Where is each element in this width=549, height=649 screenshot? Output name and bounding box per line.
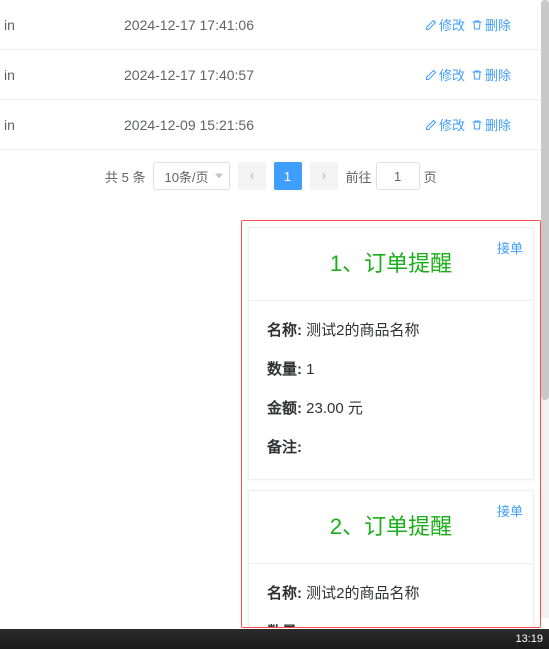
cell-left: in: [4, 117, 124, 133]
prev-page-button[interactable]: [238, 162, 266, 190]
trash-icon: [471, 19, 483, 31]
order-body: 名称: 测试2的商品名称 数量: 1 金额: 23.00 元 备注:: [249, 301, 533, 479]
edit-label: 修改: [439, 115, 465, 134]
delete-label: 删除: [485, 15, 511, 34]
page-size-select[interactable]: 10条/页: [153, 162, 229, 190]
delete-button[interactable]: 删除: [471, 15, 511, 34]
chevron-right-icon: [319, 171, 329, 181]
data-table: in 2024-12-17 17:41:06 修改 删除 in 2024-12-…: [0, 0, 549, 150]
status-time: 13:19: [515, 633, 543, 645]
order-field-qty: 数量: 1: [267, 358, 515, 379]
table-row: in 2024-12-09 15:21:56 修改 删除: [0, 100, 549, 150]
edit-button[interactable]: 修改: [425, 15, 465, 34]
field-value-name: 测试2的商品名称: [306, 322, 419, 339]
cell-date: 2024-12-09 15:21:56: [124, 117, 425, 133]
jump-suffix: 页: [424, 167, 437, 186]
page-number-current[interactable]: 1: [274, 162, 302, 190]
field-label-amount: 金额:: [267, 400, 302, 417]
order-notify-inner: 1、订单提醒 接单 名称: 测试2的商品名称 数量: 1 金额: 23.00 元…: [242, 221, 540, 628]
next-page-button[interactable]: [310, 162, 338, 190]
delete-label: 删除: [485, 115, 511, 134]
order-card: 1、订单提醒 接单 名称: 测试2的商品名称 数量: 1 金额: 23.00 元…: [248, 227, 534, 480]
table-row: in 2024-12-17 17:41:06 修改 删除: [0, 0, 549, 50]
edit-label: 修改: [439, 65, 465, 84]
order-field-remark: 备注:: [267, 436, 515, 457]
page-size-label: 10条/页: [164, 167, 208, 186]
pagination-total: 共 5 条: [105, 167, 145, 186]
cell-date: 2024-12-17 17:41:06: [124, 17, 425, 33]
order-field-name: 名称: 测试2的商品名称: [267, 319, 515, 340]
field-value-name: 测试2的商品名称: [306, 585, 419, 602]
cell-date: 2024-12-17 17:40:57: [124, 67, 425, 83]
order-notify-panel[interactable]: 1、订单提醒 接单 名称: 测试2的商品名称 数量: 1 金额: 23.00 元…: [241, 220, 541, 628]
edit-icon: [425, 19, 437, 31]
cell-actions: 修改 删除: [425, 115, 545, 134]
order-field-name: 名称: 测试2的商品名称: [267, 582, 515, 603]
delete-button[interactable]: 删除: [471, 65, 511, 84]
order-field-qty: 数量: 1: [267, 621, 515, 628]
field-label-qty: 数量:: [267, 624, 302, 628]
order-field-amount: 金额: 23.00 元: [267, 397, 515, 418]
order-header: 1、订单提醒 接单: [249, 228, 533, 301]
field-label-remark: 备注:: [267, 439, 302, 456]
page-scrollbar-track[interactable]: [541, 0, 549, 618]
order-body: 名称: 测试2的商品名称 数量: 1: [249, 564, 533, 628]
delete-label: 删除: [485, 65, 511, 84]
order-title: 1、订单提醒: [330, 251, 452, 276]
field-value-qty: 1: [306, 361, 314, 378]
jump-input[interactable]: [376, 162, 420, 190]
field-label-name: 名称:: [267, 585, 302, 602]
field-value-qty: 1: [306, 624, 314, 628]
cell-actions: 修改 删除: [425, 65, 545, 84]
table-row: in 2024-12-17 17:40:57 修改 删除: [0, 50, 549, 100]
accept-order-button[interactable]: 接单: [497, 238, 523, 257]
cell-left: in: [4, 17, 124, 33]
field-label-qty: 数量:: [267, 361, 302, 378]
accept-order-button[interactable]: 接单: [497, 501, 523, 520]
pagination-jump: 前往 页: [346, 162, 437, 190]
order-card: 2、订单提醒 接单 名称: 测试2的商品名称 数量: 1: [248, 490, 534, 628]
status-bar: 13:19: [0, 629, 549, 649]
pagination: 共 5 条 10条/页 1 前往 页: [105, 150, 549, 190]
field-label-name: 名称:: [267, 322, 302, 339]
chevron-left-icon: [247, 171, 257, 181]
cell-actions: 修改 删除: [425, 15, 545, 34]
jump-prefix: 前往: [346, 167, 372, 186]
page-scrollbar-thumb[interactable]: [541, 0, 549, 400]
delete-button[interactable]: 删除: [471, 115, 511, 134]
order-header: 2、订单提醒 接单: [249, 491, 533, 564]
field-value-amount: 23.00 元: [306, 400, 363, 417]
edit-button[interactable]: 修改: [425, 115, 465, 134]
edit-button[interactable]: 修改: [425, 65, 465, 84]
order-title: 2、订单提醒: [330, 514, 452, 539]
edit-icon: [425, 69, 437, 81]
trash-icon: [471, 119, 483, 131]
edit-label: 修改: [439, 15, 465, 34]
cell-left: in: [4, 67, 124, 83]
edit-icon: [425, 119, 437, 131]
trash-icon: [471, 69, 483, 81]
